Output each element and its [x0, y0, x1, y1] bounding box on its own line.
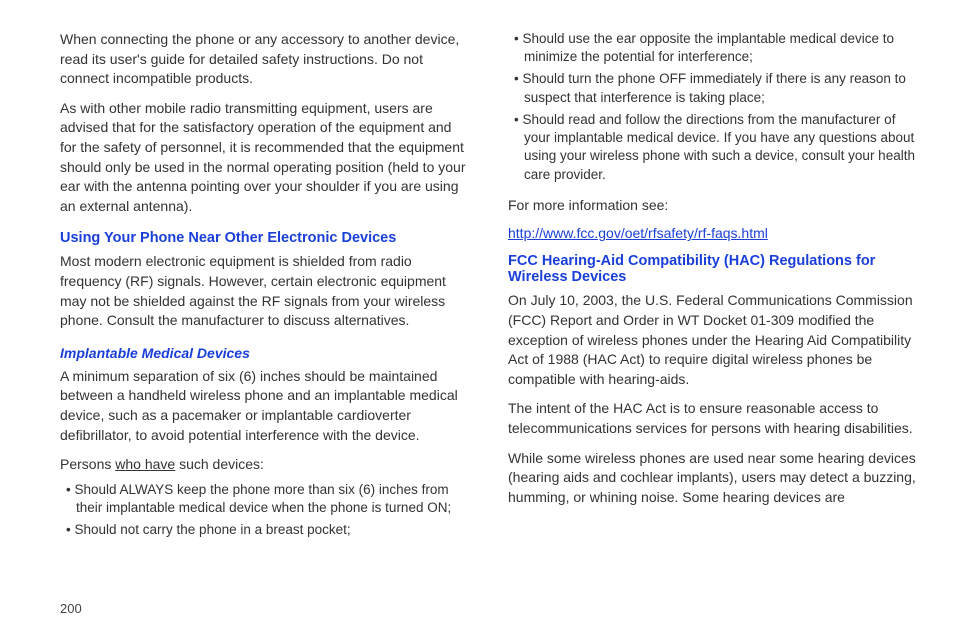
section-heading: Using Your Phone Near Other Electronic D… — [60, 230, 468, 246]
body-paragraph: As with other mobile radio transmitting … — [60, 99, 468, 217]
body-paragraph: When connecting the phone or any accesso… — [60, 30, 468, 89]
left-column: When connecting the phone or any accesso… — [60, 30, 468, 593]
list-item: Should use the ear opposite the implanta… — [508, 30, 916, 66]
list-item: Should read and follow the directions fr… — [508, 111, 916, 184]
right-column: Should use the ear opposite the implanta… — [508, 30, 916, 593]
body-paragraph: While some wireless phones are used near… — [508, 449, 916, 508]
body-paragraph: A minimum separation of six (6) inches s… — [60, 367, 468, 445]
page-content: When connecting the phone or any accesso… — [60, 30, 916, 593]
list-item: Should not carry the phone in a breast p… — [60, 521, 468, 539]
body-paragraph: On July 10, 2003, the U.S. Federal Commu… — [508, 291, 916, 389]
body-paragraph: For more information see: — [508, 196, 916, 216]
list-item: Should ALWAYS keep the phone more than s… — [60, 481, 468, 517]
list-intro: Persons who have such devices: — [60, 455, 468, 475]
bullet-list: Should ALWAYS keep the phone more than s… — [60, 481, 468, 544]
body-paragraph: Most modern electronic equipment is shie… — [60, 252, 468, 330]
bullet-list: Should use the ear opposite the implanta… — [508, 30, 916, 188]
body-paragraph: The intent of the HAC Act is to ensure r… — [508, 399, 916, 438]
subsection-heading: Implantable Medical Devices — [60, 345, 468, 361]
list-item: Should turn the phone OFF immediately if… — [508, 70, 916, 106]
section-heading: FCC Hearing-Aid Compatibility (HAC) Regu… — [508, 253, 916, 285]
external-link[interactable]: http://www.fcc.gov/oet/rfsafety/rf-faqs.… — [508, 225, 916, 241]
page-number: 200 — [60, 601, 916, 616]
